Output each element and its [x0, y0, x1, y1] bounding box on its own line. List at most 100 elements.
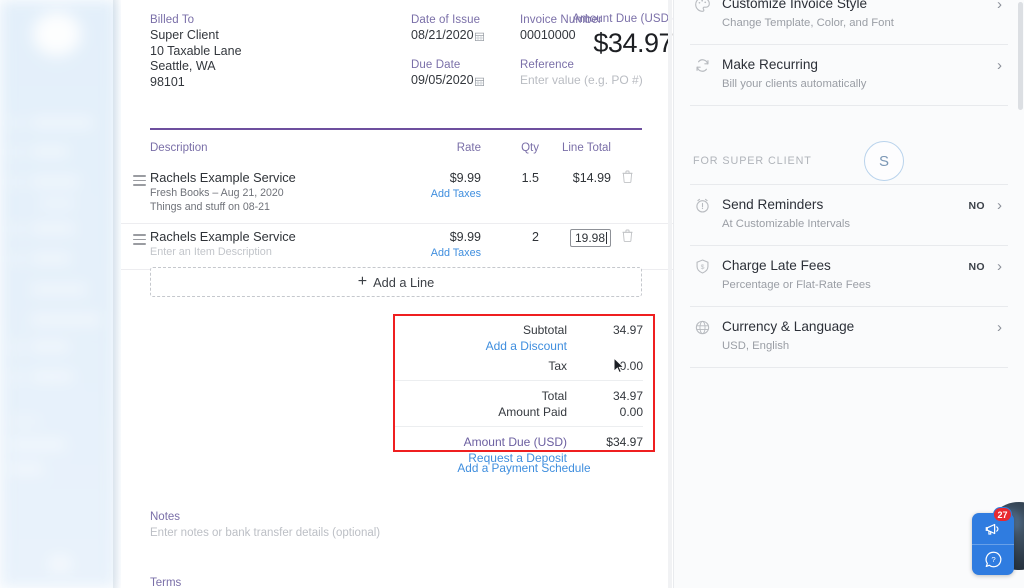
line-item-qty-cell[interactable]: 1.5 — [481, 170, 539, 187]
terms-block[interactable]: Terms — [150, 576, 181, 588]
line-item-description-cell[interactable]: Rachels Example Service Enter an Item De… — [121, 229, 389, 259]
nav-item[interactable] — [10, 464, 44, 473]
trash-icon[interactable] — [622, 170, 633, 187]
line-item-total-cell[interactable]: $14.99 — [539, 170, 611, 187]
amount-due-value: $34.97 — [606, 435, 643, 449]
date-of-issue-value[interactable]: 08/21/2020 — [411, 28, 506, 46]
line-item-rate[interactable]: $9.99 — [389, 170, 481, 187]
column-header-actions — [611, 134, 644, 149]
line-item-subtitle-2[interactable]: Things and stuff on 08-21 — [150, 200, 389, 214]
app-logo — [33, 12, 81, 56]
nav-item[interactable] — [31, 177, 79, 186]
nav-icon — [11, 254, 22, 264]
line-item-subtitle-1[interactable]: Fresh Books – Aug 21, 2020 — [150, 186, 389, 200]
amount-paid-label: Amount Paid — [498, 405, 567, 419]
chevron-right-icon[interactable]: › — [997, 257, 1002, 276]
trash-icon[interactable] — [622, 229, 633, 246]
nav-item[interactable] — [31, 372, 73, 381]
line-item-title[interactable]: Rachels Example Service — [150, 229, 389, 245]
nav-item[interactable] — [31, 342, 69, 351]
nav-item[interactable] — [10, 440, 66, 449]
panel-item-make-recurring[interactable]: Make Recurring Bill your clients automat… — [674, 45, 1024, 105]
invoice-settings-panel: Customize Invoice Style Change Template,… — [673, 0, 1024, 588]
due-date-text: 09/05/2020 — [411, 73, 474, 87]
line-item-qty-cell[interactable]: 2 — [481, 229, 539, 246]
nav-section-label — [10, 418, 40, 425]
notification-badge: 27 — [993, 507, 1012, 522]
add-taxes-link[interactable]: Add Taxes — [389, 246, 481, 260]
billed-to-label: Billed To — [150, 14, 195, 26]
date-of-issue-block[interactable]: Date of Issue 08/21/2020 — [411, 13, 506, 46]
panel-item-send-reminders[interactable]: Send Reminders At Customizable Intervals… — [674, 185, 1024, 245]
line-total-input[interactable]: 19.98 — [569, 229, 611, 247]
calendar-icon[interactable] — [474, 30, 484, 46]
notes-block[interactable]: Notes Enter notes or bank transfer detai… — [150, 510, 380, 541]
table-header-row: Description Rate Qty Line Total — [121, 134, 673, 165]
chevron-right-icon[interactable]: › — [997, 318, 1002, 337]
amount-paid-value[interactable]: 0.00 — [585, 405, 643, 419]
chevron-right-icon[interactable]: › — [997, 196, 1002, 215]
panel-item-charge-late-fees[interactable]: $ Charge Late Fees Percentage or Flat-Ra… — [674, 246, 1024, 306]
totals-divider — [395, 380, 643, 381]
support-widget[interactable]: ? 27 — [972, 507, 1014, 575]
totals-section: Subtotal 34.97 Add a Discount Tax 0.00 T… — [395, 316, 653, 472]
add-payment-schedule-link[interactable]: Add a Payment Schedule — [393, 461, 655, 475]
line-item-total-cell[interactable]: 19.98 — [539, 229, 611, 247]
client-avatar[interactable]: S — [864, 141, 904, 181]
chevron-right-icon[interactable]: › — [997, 0, 1002, 14]
subtotal-value: 34.97 — [612, 323, 643, 337]
tax-value[interactable]: 0.00 — [585, 359, 643, 373]
chevron-right-icon[interactable]: › — [997, 56, 1002, 75]
line-item-qty[interactable]: 1.5 — [481, 170, 539, 187]
nav-footer-blob[interactable] — [48, 556, 72, 572]
line-item-total[interactable]: $14.99 — [539, 170, 611, 187]
drag-handle-icon[interactable] — [133, 175, 146, 186]
reference-block[interactable]: Reference Enter value (e.g. PO #) — [520, 58, 660, 89]
amount-paid-row[interactable]: Amount Paid 0.00 — [395, 404, 643, 420]
line-item-title[interactable]: Rachels Example Service — [150, 170, 389, 186]
nav-icon — [11, 177, 22, 187]
table-row[interactable]: Rachels Example Service Fresh Books – Au… — [121, 165, 673, 224]
line-item-description-placeholder[interactable]: Enter an Item Description — [150, 245, 389, 259]
panel-item-customize-invoice-style[interactable]: Customize Invoice Style Change Template,… — [674, 0, 1024, 44]
left-navigation-sidebar[interactable] — [0, 0, 117, 588]
nav-item[interactable] — [31, 315, 101, 324]
line-item-qty[interactable]: 2 — [481, 229, 539, 246]
nav-item[interactable] — [31, 118, 93, 127]
due-date-block[interactable]: Due Date 09/05/2020 — [411, 58, 506, 91]
reference-label: Reference — [520, 59, 574, 71]
plus-icon: + — [357, 273, 368, 290]
page-scrollbar[interactable] — [1018, 2, 1023, 110]
nav-item[interactable] — [31, 285, 87, 294]
panel-item-currency-language[interactable]: Currency & Language USD, English › — [674, 307, 1024, 367]
amount-due-header-block: Amount Due (USD) $34.97 — [551, 12, 673, 60]
billed-to-block[interactable]: Billed To Super Client 10 Taxable Lane S… — [150, 13, 270, 90]
nav-item[interactable] — [31, 147, 69, 156]
due-date-value[interactable]: 09/05/2020 — [411, 73, 506, 91]
nav-item[interactable] — [31, 224, 75, 233]
notes-input-placeholder[interactable]: Enter notes or bank transfer details (op… — [150, 525, 380, 541]
line-item-rate-cell[interactable]: $9.99 Add Taxes — [389, 229, 481, 260]
line-item-description-cell[interactable]: Rachels Example Service Fresh Books – Au… — [121, 170, 389, 214]
nav-item[interactable] — [31, 254, 71, 263]
line-item-delete-cell[interactable] — [611, 229, 644, 247]
add-taxes-link[interactable]: Add Taxes — [389, 187, 481, 201]
app-root: Billed To Super Client 10 Taxable Lane S… — [0, 0, 1024, 588]
add-a-line-button[interactable]: + Add a Line — [150, 267, 642, 297]
help-button[interactable]: ? — [972, 544, 1014, 575]
calendar-icon[interactable] — [474, 75, 484, 91]
nav-subitem[interactable] — [39, 200, 75, 207]
date-of-issue-text: 08/21/2020 — [411, 28, 474, 42]
reference-input-placeholder[interactable]: Enter value (e.g. PO #) — [520, 73, 660, 89]
line-item-delete-cell[interactable] — [611, 170, 644, 188]
add-discount-row[interactable]: Add a Discount — [395, 338, 643, 354]
line-item-rate[interactable]: $9.99 — [389, 229, 481, 246]
panel-item-title: Currency & Language — [722, 319, 855, 334]
add-a-discount-link[interactable]: Add a Discount — [395, 339, 585, 353]
tax-row[interactable]: Tax 0.00 — [395, 358, 643, 374]
svg-text:$: $ — [701, 264, 705, 271]
table-row[interactable]: Rachels Example Service Enter an Item De… — [121, 224, 673, 270]
drag-handle-icon[interactable] — [133, 234, 146, 245]
invoice-scroll-gutter[interactable] — [668, 0, 672, 588]
line-item-rate-cell[interactable]: $9.99 Add Taxes — [389, 170, 481, 201]
